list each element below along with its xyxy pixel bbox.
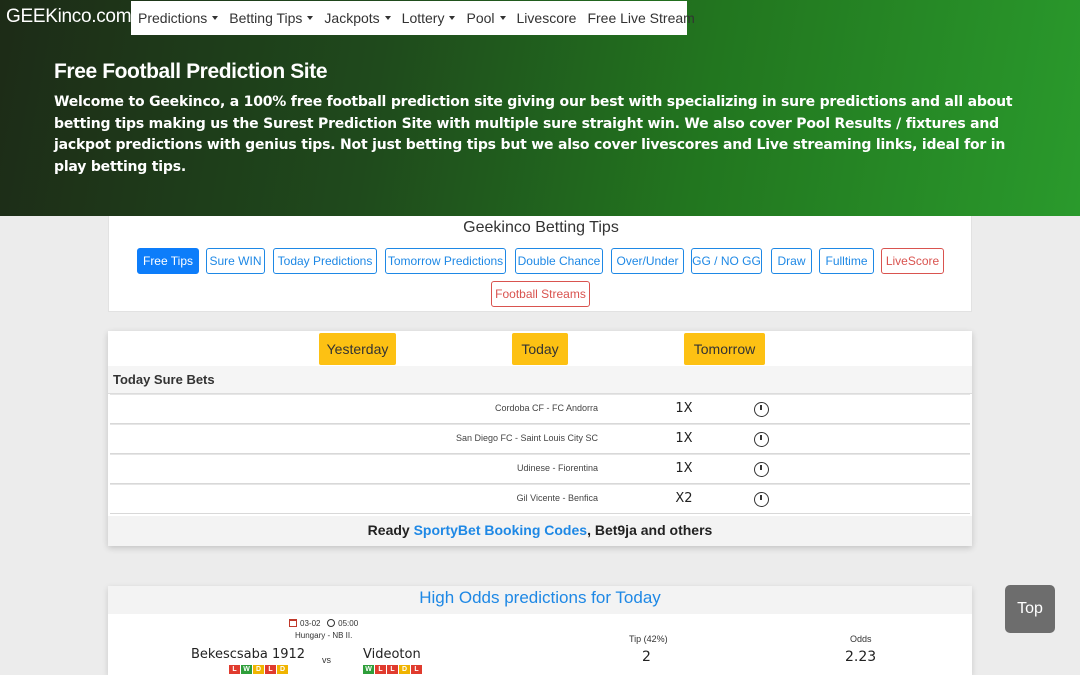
form-badge: L (411, 665, 422, 674)
match-name: San Diego FC - Saint Louis City SC (455, 433, 598, 443)
clock-icon (754, 402, 769, 417)
free-tips-button[interactable]: Free Tips (137, 248, 199, 274)
vs-label: vs (322, 655, 331, 665)
table-row[interactable]: San Diego FC - Saint Louis City SC 1X (110, 424, 970, 454)
match-name: Gil Vicente - Benfica (516, 493, 598, 503)
today-button[interactable]: Today (512, 333, 568, 365)
form-badge: L (229, 665, 240, 674)
table-row[interactable]: Gil Vicente - Benfica X2 (110, 484, 970, 514)
odds-label: Odds (850, 634, 872, 644)
match-date: 03-02 (300, 619, 321, 628)
today-predictions-button[interactable]: Today Predictions (273, 248, 377, 274)
nav-free-live-stream[interactable]: Free Live Stream (587, 10, 694, 26)
calendar-icon (289, 619, 297, 627)
form-badge: L (375, 665, 386, 674)
tip-value: 1X (675, 431, 693, 446)
match-name: Udinese - Fiorentina (516, 463, 598, 473)
nav-label: Pool (466, 10, 495, 26)
form-badge: L (265, 665, 276, 674)
yesterday-button[interactable]: Yesterday (319, 333, 396, 365)
home-team: Bekescsaba 1912 (191, 647, 306, 662)
main-nav: Predictions Betting Tips Jackpots Lotter… (131, 1, 695, 35)
gg-no-gg-button[interactable]: GG / NO GG (691, 248, 762, 274)
nav-label: Predictions (138, 10, 208, 26)
predictions-card: Yesterday Today Tomorrow Today Sure Bets… (108, 331, 972, 546)
form-badge: D (277, 665, 288, 674)
away-form: W L L D L (363, 665, 423, 674)
nav-betting-tips[interactable]: Betting Tips (229, 10, 314, 26)
nav-label: Jackpots (324, 10, 380, 26)
livescore-button[interactable]: LiveScore (881, 248, 944, 274)
table-row[interactable]: Cordoba CF - FC Andorra 1X (110, 394, 970, 424)
tomorrow-button[interactable]: Tomorrow (684, 333, 765, 365)
match-datetime: 03-02 05:00 (289, 619, 358, 628)
sportybet-link[interactable]: SportyBet Booking Codes (414, 522, 587, 538)
form-badge: L (387, 665, 398, 674)
form-badge: W (363, 665, 374, 674)
high-odds-title[interactable]: High Odds predictions for Today (108, 586, 972, 614)
clock-icon (754, 432, 769, 447)
nav-lottery[interactable]: Lottery (402, 10, 456, 26)
chevron-down-icon (449, 16, 456, 21)
nav-livescore[interactable]: Livescore (517, 10, 577, 26)
double-chance-button[interactable]: Double Chance (515, 248, 603, 274)
away-team: Videoton (363, 647, 421, 662)
section-title: Today Sure Bets (108, 366, 972, 394)
tip-label: Tip (42%) (629, 634, 668, 644)
form-badge: W (241, 665, 252, 674)
table-row[interactable]: Udinese - Fiorentina 1X (110, 454, 970, 484)
chevron-down-icon (384, 16, 391, 21)
tip-value: 2 (642, 649, 651, 665)
tip-value: 1X (675, 461, 693, 476)
footer-suffix: , Bet9ja and others (587, 522, 713, 538)
nav-jackpots[interactable]: Jackpots (324, 10, 391, 26)
form-badge: D (253, 665, 264, 674)
chevron-down-icon (307, 16, 314, 21)
footer-prefix: Ready (367, 522, 414, 538)
match-name: Cordoba CF - FC Andorra (494, 403, 598, 413)
page-title: Free Football Prediction Site (54, 60, 328, 83)
odds-value: 2.23 (845, 649, 877, 665)
clock-icon (327, 619, 336, 627)
nav-pool[interactable]: Pool (466, 10, 506, 26)
nav-label: Lottery (401, 10, 445, 26)
form-badge: D (399, 665, 410, 674)
chevron-down-icon (212, 16, 219, 21)
nav-label: Betting Tips (229, 10, 303, 26)
intro-text: Welcome to Geekinco, a 100% free footbal… (54, 94, 1013, 175)
back-to-top-button[interactable]: Top (1005, 585, 1055, 633)
tips-title: Geekinco Betting Tips (463, 219, 619, 236)
site-logo[interactable]: GEEKinco.com (6, 6, 132, 28)
clock-icon (754, 492, 769, 507)
sure-win-button[interactable]: Sure WIN (206, 248, 265, 274)
tip-value: X2 (675, 491, 693, 506)
tomorrow-predictions-button[interactable]: Tomorrow Predictions (385, 248, 506, 274)
football-streams-button[interactable]: Football Streams (491, 281, 590, 307)
clock-icon (754, 462, 769, 477)
tip-value: 1X (675, 401, 693, 416)
match-time: 05:00 (338, 619, 359, 628)
home-form: L W D L D (229, 665, 289, 674)
league-name: Hungary - NB II. (295, 631, 353, 640)
booking-codes-banner: Ready SportyBet Booking Codes, Bet9ja an… (108, 516, 972, 546)
fulltime-button[interactable]: Fulltime (819, 248, 874, 274)
hero-banner: GEEKinco.com Predictions Betting Tips Ja… (0, 0, 1080, 216)
betting-tips-panel: Geekinco Betting Tips Free Tips Sure WIN… (108, 216, 972, 312)
draw-button[interactable]: Draw (771, 248, 812, 274)
over-under-button[interactable]: Over/Under (611, 248, 684, 274)
high-odds-card: High Odds predictions for Today 03-02 05… (108, 586, 972, 675)
chevron-down-icon (499, 16, 506, 21)
nav-predictions[interactable]: Predictions (138, 10, 219, 26)
